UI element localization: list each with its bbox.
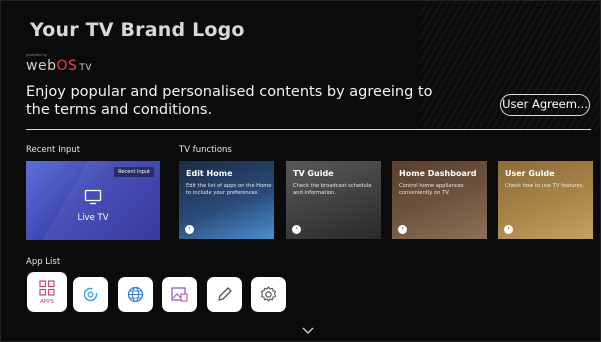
arrow-right-icon: › [185, 225, 194, 234]
tv-icon [84, 189, 102, 205]
card-description: Edit the list of apps on the Home to inc… [186, 183, 272, 196]
section-divider [26, 129, 591, 130]
web-browser-button[interactable] [118, 277, 153, 312]
app-list-label: App List [26, 257, 61, 267]
arrow-right-icon: › [504, 225, 513, 234]
arrow-right-icon: › [398, 225, 407, 234]
webos-os-text: OS [56, 58, 78, 74]
gallery-app-button[interactable] [162, 277, 197, 312]
agreement-message: Enjoy popular and personalised contents … [26, 84, 433, 118]
home-screen: Your TV Brand Logo powered by webOS TV En… [0, 0, 601, 342]
apps-button[interactable]: APPS [27, 272, 67, 312]
edit-app-button[interactable] [207, 277, 242, 312]
user-guide-card[interactable]: User Guide Check how to use TV features.… [498, 161, 593, 239]
gear-icon [260, 286, 277, 302]
sync-app-button[interactable] [73, 277, 108, 312]
home-dashboard-card[interactable]: Home Dashboard Control home appliances c… [392, 161, 487, 239]
card-title: User Guide [505, 169, 555, 178]
card-description: Check the broadcast schedule and informa… [293, 183, 372, 196]
recent-input-label: Recent Input [26, 145, 81, 155]
powered-by-label: powered by [26, 52, 47, 57]
card-description: Check how to use TV features. [505, 183, 585, 189]
webos-logo: webOS TV [26, 58, 92, 74]
webos-web-text: web [26, 58, 57, 74]
arrow-right-icon: › [292, 225, 301, 234]
chevron-down-icon[interactable] [301, 326, 315, 335]
settings-app-button[interactable] [251, 277, 286, 312]
card-description: Control home appliances conveniently on … [399, 183, 464, 196]
user-agreement-button[interactable]: User Agreem... [500, 94, 590, 116]
apps-label: APPS [40, 299, 54, 305]
card-title: Edit Home [186, 169, 233, 178]
card-title: Home Dashboard [399, 169, 477, 178]
apps-grid-icon [39, 280, 55, 296]
refresh-sync-icon [83, 287, 98, 302]
live-tv-label: Live TV [77, 213, 109, 223]
brand-logo: Your TV Brand Logo [30, 19, 245, 41]
tv-guide-card[interactable]: TV Guide Check the broadcast schedule an… [286, 161, 381, 239]
edit-home-card[interactable]: Edit Home Edit the list of apps on the H… [179, 161, 274, 239]
live-tv-card[interactable]: Recent Input Live TV [26, 161, 160, 240]
card-title: TV Guide [293, 169, 334, 178]
tv-functions-label: TV functions [179, 145, 232, 155]
webos-tv-text: TV [79, 63, 93, 73]
pencil-icon [218, 287, 232, 301]
recent-input-badge: Recent Input [114, 167, 154, 177]
globe-icon [127, 286, 144, 303]
gallery-icon [171, 287, 188, 302]
